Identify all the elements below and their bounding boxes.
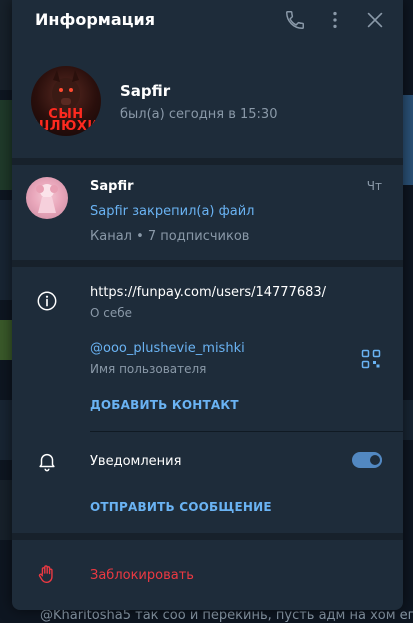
close-icon[interactable] bbox=[364, 9, 386, 31]
channel-name: Sapfir bbox=[90, 179, 134, 194]
profile-status: был(а) сегодня в 15:30 bbox=[120, 107, 278, 122]
qr-code-icon[interactable] bbox=[361, 349, 381, 369]
panel-header: Информация bbox=[12, 0, 403, 40]
panel-title: Информация bbox=[35, 10, 155, 29]
background-message: @Kharitosha5 так соо и перекинь, пусть а… bbox=[40, 608, 413, 623]
background-strip bbox=[0, 200, 12, 300]
background-strip bbox=[403, 95, 413, 185]
channel-avatar bbox=[26, 177, 68, 219]
divider bbox=[90, 431, 403, 432]
section-divider bbox=[12, 158, 403, 165]
background-strip bbox=[0, 0, 12, 90]
send-message-button[interactable]: ОТПРАВИТЬ СООБЩЕНИЕ bbox=[90, 500, 272, 514]
channel-last-message: Sapfir закрепил(а) файл bbox=[90, 204, 255, 219]
toggle-knob bbox=[368, 453, 382, 467]
background-strip bbox=[403, 0, 413, 623]
username-link[interactable]: @ooo_plushevie_mishki bbox=[90, 341, 245, 356]
block-section: Заблокировать bbox=[12, 540, 403, 610]
profile-name: Sapfir bbox=[120, 82, 171, 100]
about-link[interactable]: https://funpay.com/users/14777683/ bbox=[90, 285, 326, 300]
avatar[interactable]: СЫН ШЛЮХИ bbox=[31, 66, 101, 136]
notifications-toggle[interactable] bbox=[352, 452, 382, 468]
section-divider bbox=[12, 533, 403, 540]
channel-day: Чт bbox=[366, 179, 382, 193]
background-strip bbox=[403, 400, 413, 440]
background-strip bbox=[0, 320, 12, 360]
info-icon bbox=[36, 290, 58, 312]
about-label: О себе bbox=[90, 306, 133, 320]
avatar-text: СЫН ШЛЮХИ bbox=[33, 107, 99, 134]
background-strip bbox=[0, 400, 12, 460]
background-strip bbox=[0, 480, 12, 540]
info-panel: Информация СЫН ШЛЮХИ Sapfir был(а) сегодн… bbox=[12, 0, 403, 610]
info-section: https://funpay.com/users/14777683/ О себ… bbox=[12, 267, 403, 533]
phone-icon[interactable] bbox=[284, 9, 306, 31]
profile-section: СЫН ШЛЮХИ Sapfir был(а) сегодня в 15:30 bbox=[12, 40, 403, 158]
section-divider bbox=[12, 260, 403, 267]
more-vertical-icon[interactable] bbox=[324, 9, 346, 31]
bell-icon bbox=[36, 450, 58, 472]
notifications-label: Уведомления bbox=[90, 454, 182, 469]
background-strip bbox=[0, 100, 12, 190]
personal-channel[interactable]: Sapfir Чт Sapfir закрепил(а) файл Канал … bbox=[12, 165, 403, 260]
block-button[interactable]: Заблокировать bbox=[90, 568, 194, 583]
username-label: Имя пользователя bbox=[90, 362, 207, 376]
add-contact-button[interactable]: ДОБАВИТЬ КОНТАКТ bbox=[90, 398, 239, 412]
channel-subtitle: Канал • 7 подписчиков bbox=[90, 229, 250, 244]
doll-icon bbox=[36, 184, 58, 213]
hand-stop-icon bbox=[36, 563, 58, 585]
